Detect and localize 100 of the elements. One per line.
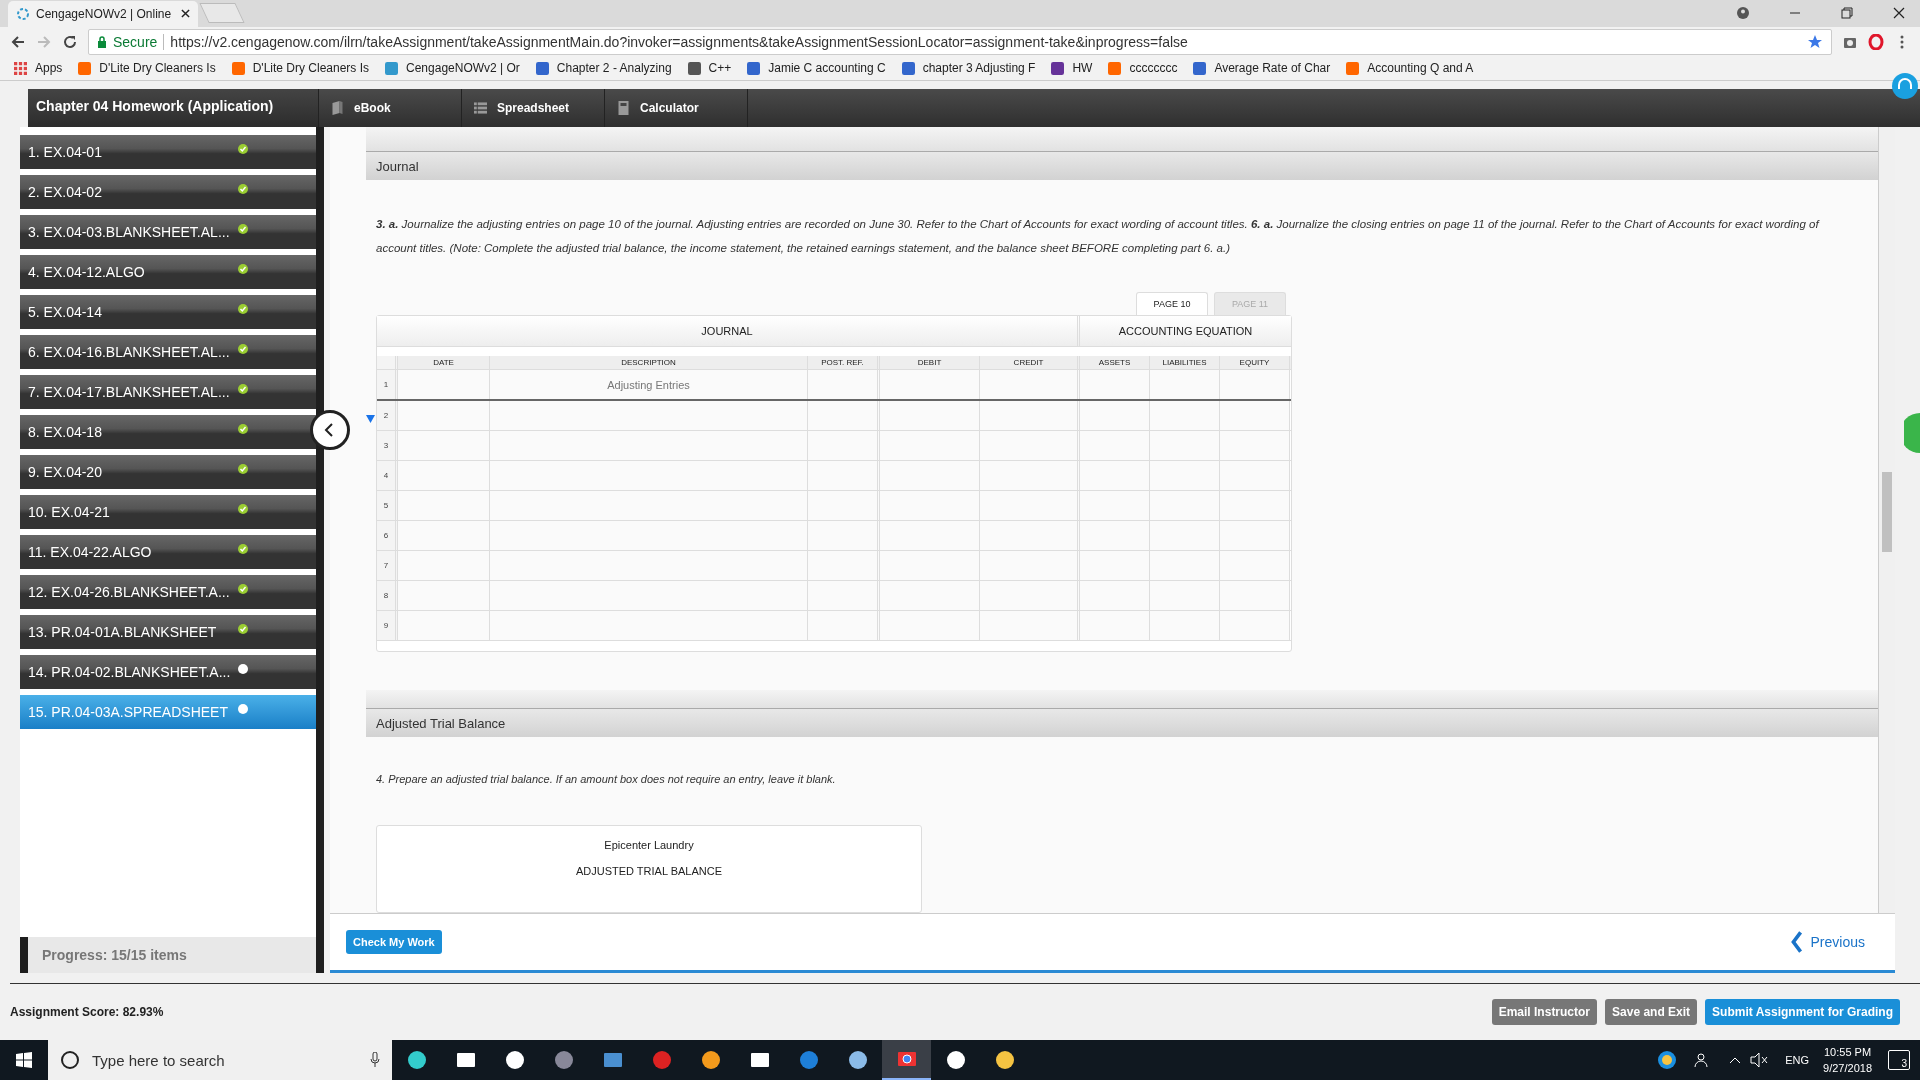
speaker-muted-icon[interactable] [1749, 1050, 1770, 1070]
question-item[interactable]: 4. EX.04-12.ALGO [20, 255, 316, 289]
footer-button[interactable]: Save and Exit [1605, 999, 1698, 1025]
opera-icon[interactable] [1868, 33, 1884, 50]
table-cell[interactable] [398, 461, 490, 490]
bookmark[interactable]: D'Lite Dry Cleaners Is [78, 61, 216, 76]
question-item[interactable]: 8. EX.04-18 [20, 415, 316, 449]
table-cell[interactable] [880, 431, 980, 460]
table-cell[interactable] [1220, 611, 1290, 640]
table-cell[interactable] [490, 491, 808, 520]
table-cell[interactable] [398, 551, 490, 580]
table-cell[interactable] [808, 581, 880, 610]
question-item[interactable]: 9. EX.04-20 [20, 455, 316, 489]
table-cell[interactable] [1220, 431, 1290, 460]
table-cell[interactable] [808, 611, 880, 640]
table-cell[interactable] [1080, 431, 1150, 460]
question-item[interactable]: 3. EX.04-03.BLANKSHEET.AL... [20, 215, 316, 249]
table-cell[interactable] [880, 551, 980, 580]
table-cell[interactable] [980, 551, 1080, 580]
scrollbar[interactable] [1879, 127, 1895, 913]
bookmark[interactable]: Jamie C accounting C [747, 61, 886, 76]
table-cell[interactable] [490, 521, 808, 550]
reload-icon[interactable] [62, 33, 78, 50]
question-item[interactable]: 1. EX.04-01 [20, 135, 316, 169]
search-field[interactable]: Type here to search [48, 1040, 392, 1080]
language-indicator[interactable]: ENG [1785, 1054, 1810, 1066]
footer-button[interactable]: Email Instructor [1491, 999, 1598, 1025]
table-cell[interactable] [490, 611, 808, 640]
table-cell[interactable] [1150, 611, 1220, 640]
table-cell[interactable] [1080, 401, 1150, 430]
question-item[interactable]: 7. EX.04-17.BLANKSHEET.AL... [20, 375, 316, 409]
browser-tab[interactable]: CengageNOWv2 | Online [8, 0, 198, 27]
profile-icon[interactable] [1736, 6, 1750, 20]
table-cell[interactable] [808, 370, 880, 399]
table-cell[interactable] [1220, 551, 1290, 580]
microphone-icon[interactable] [370, 1052, 380, 1068]
table-cell[interactable] [398, 611, 490, 640]
table-cell[interactable]: Adjusting Entries [490, 370, 808, 399]
bookmark[interactable]: Accounting Q and A [1346, 61, 1474, 76]
side-tab-icon[interactable] [1904, 413, 1920, 453]
table-cell[interactable] [980, 581, 1080, 610]
table-cell[interactable] [398, 401, 490, 430]
tool-tab[interactable]: Spreadsheet [461, 89, 604, 127]
table-cell[interactable] [880, 401, 980, 430]
table-cell[interactable] [398, 491, 490, 520]
question-item[interactable]: 14. PR.04-02.BLANKSHEET.A... [20, 655, 316, 689]
table-cell[interactable] [808, 551, 880, 580]
notifications-button[interactable]: 3 [1888, 1050, 1910, 1070]
table-cell[interactable] [980, 401, 1080, 430]
table-cell[interactable] [880, 491, 980, 520]
table-cell[interactable] [880, 611, 980, 640]
address-field[interactable]: Secure https://v2.cengagenow.com/ilrn/takeAssignment/takeAssignmentMain.do?invoker=assignments&takeAssignmentSessionLocator=assignment-take&inprogress=false [88, 28, 1832, 55]
table-cell[interactable] [1150, 581, 1220, 610]
bookmark[interactable]: C++ [687, 61, 732, 76]
table-cell[interactable] [1150, 370, 1220, 399]
table-cell[interactable] [1080, 581, 1150, 610]
table-cell[interactable] [1150, 401, 1220, 430]
table-cell[interactable] [808, 431, 880, 460]
new-tab-button[interactable] [199, 2, 245, 23]
table-cell[interactable] [1080, 491, 1150, 520]
table-cell[interactable] [880, 521, 980, 550]
bookmark[interactable]: HW [1051, 61, 1093, 76]
restore-icon[interactable] [1840, 6, 1854, 20]
back-icon[interactable] [10, 33, 26, 50]
table-cell[interactable] [1220, 521, 1290, 550]
windows-start-icon[interactable] [16, 1052, 32, 1068]
question-item[interactable]: 11. EX.04-22.ALGO [20, 535, 316, 569]
table-cell[interactable] [490, 401, 808, 430]
close-icon[interactable] [181, 9, 190, 19]
table-cell[interactable] [1220, 461, 1290, 490]
bookmark[interactable]: Chapter 2 - Analyzing [535, 61, 672, 76]
star-icon[interactable] [1807, 33, 1823, 50]
question-item[interactable]: 2. EX.04-02 [20, 175, 316, 209]
table-cell[interactable] [1150, 521, 1220, 550]
table-cell[interactable] [980, 431, 1080, 460]
question-item[interactable]: 10. EX.04-21 [20, 495, 316, 529]
table-cell[interactable] [880, 461, 980, 490]
tool-tab[interactable]: eBook [318, 89, 461, 127]
question-item[interactable]: 6. EX.04-16.BLANKSHEET.AL... [20, 335, 316, 369]
table-cell[interactable] [1080, 370, 1150, 399]
table-cell[interactable] [398, 521, 490, 550]
table-cell[interactable] [808, 401, 880, 430]
table-cell[interactable] [1080, 521, 1150, 550]
table-cell[interactable] [880, 581, 980, 610]
table-cell[interactable] [490, 461, 808, 490]
table-cell[interactable] [808, 461, 880, 490]
table-cell[interactable] [980, 491, 1080, 520]
table-cell[interactable] [880, 370, 980, 399]
footer-button[interactable]: Submit Assignment for Grading [1705, 999, 1900, 1025]
bookmark[interactable]: D'Lite Dry Cleaners Is [231, 61, 369, 76]
question-item[interactable]: 12. EX.04-26.BLANKSHEET.A... [20, 575, 316, 609]
bookmark[interactable]: cccccccc [1108, 61, 1178, 76]
page-tab[interactable]: PAGE 10 [1136, 292, 1208, 315]
table-cell[interactable] [490, 431, 808, 460]
table-cell[interactable] [1150, 431, 1220, 460]
table-cell[interactable] [1220, 491, 1290, 520]
table-cell[interactable] [980, 521, 1080, 550]
bookmark[interactable]: chapter 3 Adjusting F [901, 61, 1036, 76]
table-cell[interactable] [490, 581, 808, 610]
table-cell[interactable] [1220, 581, 1290, 610]
